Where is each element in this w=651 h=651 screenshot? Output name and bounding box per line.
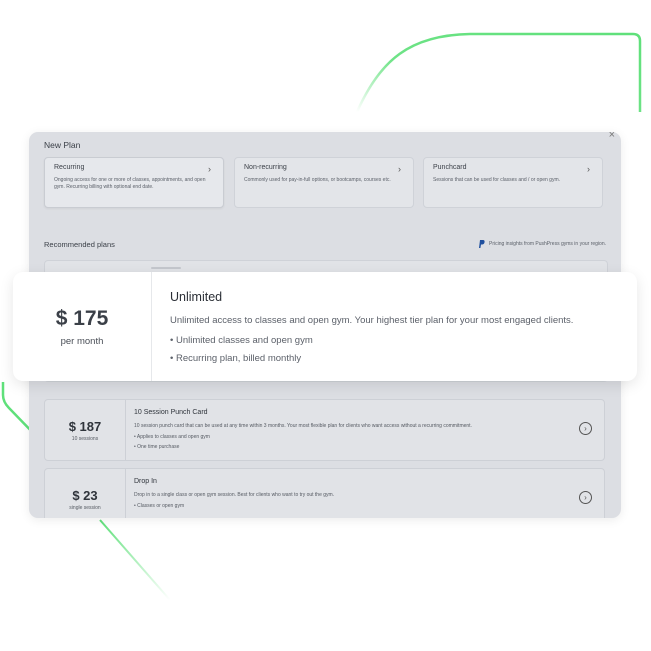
- paypal-icon: [479, 240, 485, 248]
- featured-plan-name: Unlimited: [170, 290, 223, 304]
- pricing-insights-text: Pricing insights from PushPress gyms in …: [489, 241, 606, 247]
- plan-type-description: Sessions that can be used for classes an…: [433, 177, 561, 183]
- plan-type-punchcard[interactable]: Punchcard Sessions that can be used for …: [423, 157, 603, 208]
- featured-plan-bullet: • Unlimited classes and open gym: [170, 335, 313, 346]
- featured-price-column: $ 175 per month: [13, 272, 152, 381]
- plan-bullet: • Classes or open gym: [134, 503, 185, 509]
- plan-description: 10 session punch card that can be used a…: [134, 423, 472, 429]
- plan-name: 10 Session Punch Card: [134, 409, 208, 416]
- featured-period: per month: [60, 335, 104, 347]
- plan-price: $ 187: [68, 418, 102, 434]
- plan-type-label: Recurring: [54, 164, 85, 171]
- plan-card[interactable]: $ 187 10 sessions 10 Session Punch Card …: [44, 399, 605, 461]
- plan-type-non-recurring[interactable]: Non-recurring Commonly used for pay-in-f…: [234, 157, 414, 208]
- plan-bullet: • Applies to classes and open gym: [134, 434, 210, 440]
- plan-price: $ 23: [72, 487, 98, 503]
- close-icon[interactable]: ×: [609, 132, 615, 141]
- featured-plan-card[interactable]: $ 175 per month Unlimited Unlimited acce…: [13, 272, 637, 381]
- plan-type-description: Commonly used for pay-in-full options, o…: [244, 177, 391, 183]
- plan-card[interactable]: $ 23 single session Drop In Drop in to a…: [44, 468, 605, 518]
- recommended-plans-title: Recommended plans: [44, 240, 115, 249]
- chevron-right-icon: ›: [398, 164, 401, 174]
- plan-type-label: Non-recurring: [244, 164, 287, 171]
- featured-price: $ 175: [55, 306, 109, 330]
- plan-price-column: $ 23 single session: [45, 469, 126, 518]
- arrow-right-circle-icon[interactable]: ›: [579, 422, 592, 435]
- plan-type-label: Punchcard: [433, 164, 467, 171]
- plan-bullet: • One time purchase: [134, 444, 180, 450]
- featured-plan-bullet: • Recurring plan, billed monthly: [170, 353, 302, 364]
- plan-price-column: $ 187 10 sessions: [45, 400, 126, 460]
- plan-type-recurring[interactable]: Recurring Ongoing access for one or more…: [44, 157, 224, 208]
- plan-name: Drop In: [134, 478, 157, 485]
- plan-type-description: Ongoing access for one or more of classe…: [54, 177, 206, 190]
- featured-plan-description: Unlimited access to classes and open gym…: [170, 315, 574, 326]
- arrow-right-circle-icon[interactable]: ›: [579, 491, 592, 504]
- plan-period: single session: [69, 504, 101, 511]
- plan-description: Drop in to a single class or open gym se…: [134, 492, 335, 498]
- chevron-right-icon: ›: [587, 164, 590, 174]
- chevron-right-icon: ›: [208, 164, 211, 174]
- plan-period: 10 sessions: [71, 435, 99, 442]
- pricing-insights: Pricing insights from PushPress gyms in …: [479, 240, 606, 248]
- panel-title: New Plan: [44, 140, 81, 150]
